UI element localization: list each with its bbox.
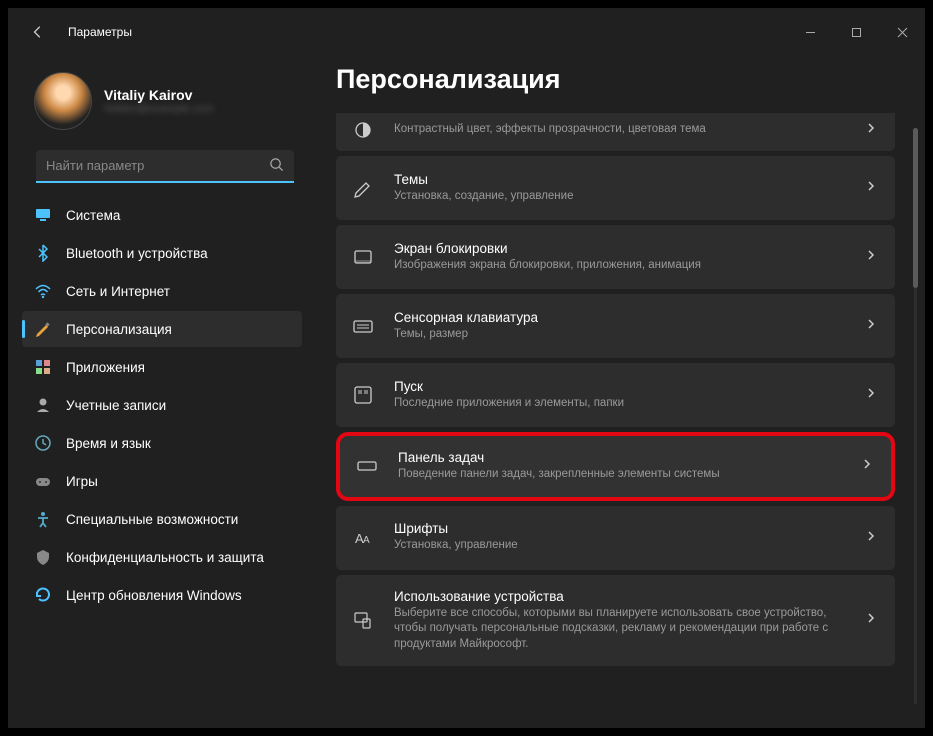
setting-contrast[interactable]: Контрастный цвет, эффекты прозрачности, … <box>336 113 895 151</box>
svg-text:A: A <box>363 535 370 546</box>
setting-themes[interactable]: Темы Установка, создание, управление <box>336 156 895 220</box>
taskbar-icon <box>356 455 378 477</box>
back-button[interactable] <box>22 16 54 48</box>
contrast-icon <box>352 119 374 141</box>
update-icon <box>34 586 52 604</box>
fonts-icon: AA <box>352 527 374 549</box>
nav-item-system[interactable]: Система <box>22 197 302 233</box>
setting-desc: Выберите все способы, которыми вы планир… <box>394 606 845 653</box>
maximize-button[interactable] <box>833 16 879 48</box>
privacy-icon <box>34 548 52 566</box>
nav-label: Конфиденциальность и защита <box>66 550 264 565</box>
setting-title: Панель задач <box>398 450 841 465</box>
close-button[interactable] <box>879 16 925 48</box>
touchkb-icon <box>352 315 374 337</box>
nav-item-personalization[interactable]: Персонализация <box>22 311 302 347</box>
profile[interactable]: Vitaliy Kairov hidden@example.com <box>22 64 308 146</box>
profile-name: Vitaliy Kairov <box>104 87 214 103</box>
setting-desc: Последние приложения и элементы, папки <box>394 396 845 412</box>
chevron-right-icon <box>865 317 877 335</box>
minimize-button[interactable] <box>787 16 833 48</box>
setting-start[interactable]: Пуск Последние приложения и элементы, пап… <box>336 363 895 427</box>
setting-title: Экран блокировки <box>394 241 845 256</box>
nav-item-privacy[interactable]: Конфиденциальность и защита <box>22 539 302 575</box>
nav-item-bluetooth[interactable]: Bluetooth и устройства <box>22 235 302 271</box>
setting-desc: Контрастный цвет, эффекты прозрачности, … <box>394 122 845 138</box>
accounts-icon <box>34 396 52 414</box>
nav-label: Игры <box>66 474 98 489</box>
time-icon <box>34 434 52 452</box>
nav-item-accounts[interactable]: Учетные записи <box>22 387 302 423</box>
chevron-right-icon <box>865 529 877 547</box>
personalization-icon <box>34 320 52 338</box>
main-panel: Персонализация Контрастный цвет, эффекты… <box>308 56 925 728</box>
setting-title: Темы <box>394 172 845 187</box>
wifi-icon <box>34 282 52 300</box>
setting-taskbar[interactable]: Панель задач Поведение панели задач, закр… <box>336 432 895 501</box>
gaming-icon <box>34 472 52 490</box>
chevron-right-icon <box>865 248 877 266</box>
chevron-right-icon <box>865 179 877 197</box>
profile-email: hidden@example.com <box>104 103 214 115</box>
setting-title: Использование устройства <box>394 589 845 604</box>
usage-icon <box>352 609 374 631</box>
chevron-right-icon <box>865 386 877 404</box>
accessibility-icon <box>34 510 52 528</box>
lockscreen-icon <box>352 246 374 268</box>
setting-title: Шрифты <box>394 521 845 536</box>
nav-label: Система <box>66 208 120 223</box>
nav-label: Время и язык <box>66 436 151 451</box>
setting-desc: Изображения экрана блокировки, приложени… <box>394 258 845 274</box>
nav-label: Приложения <box>66 360 145 375</box>
setting-usage[interactable]: Использование устройства Выберите все спо… <box>336 575 895 667</box>
nav-item-accessibility[interactable]: Специальные возможности <box>22 501 302 537</box>
nav-item-update[interactable]: Центр обновления Windows <box>22 577 302 613</box>
apps-icon <box>34 358 52 376</box>
nav-label: Bluetooth и устройства <box>66 246 208 261</box>
start-icon <box>352 384 374 406</box>
nav-item-apps[interactable]: Приложения <box>22 349 302 385</box>
nav-item-wifi[interactable]: Сеть и Интернет <box>22 273 302 309</box>
setting-desc: Поведение панели задач, закрепленные эле… <box>398 467 841 483</box>
setting-fonts[interactable]: AA Шрифты Установка, управление <box>336 506 895 570</box>
chevron-right-icon <box>865 121 877 139</box>
nav-label: Центр обновления Windows <box>66 588 242 603</box>
setting-title: Пуск <box>394 379 845 394</box>
chevron-right-icon <box>861 457 873 475</box>
nav-item-time[interactable]: Время и язык <box>22 425 302 461</box>
nav-label: Сеть и Интернет <box>66 284 170 299</box>
chevron-right-icon <box>865 611 877 629</box>
page-title: Персонализация <box>336 64 901 95</box>
nav-label: Учетные записи <box>66 398 166 413</box>
setting-desc: Темы, размер <box>394 327 845 343</box>
scrollbar-thumb[interactable] <box>913 128 918 288</box>
system-icon <box>34 206 52 224</box>
setting-touchkb[interactable]: Сенсорная клавиатура Темы, размер <box>336 294 895 358</box>
sidebar: Vitaliy Kairov hidden@example.com Систем… <box>8 56 308 728</box>
titlebar: Параметры <box>8 8 925 56</box>
nav-item-gaming[interactable]: Игры <box>22 463 302 499</box>
setting-desc: Установка, создание, управление <box>394 189 845 205</box>
setting-desc: Установка, управление <box>394 538 845 554</box>
search-input[interactable] <box>36 150 294 183</box>
nav-label: Специальные возможности <box>66 512 238 527</box>
setting-lockscreen[interactable]: Экран блокировки Изображения экрана блоки… <box>336 225 895 289</box>
search-icon <box>269 157 284 177</box>
setting-title: Сенсорная клавиатура <box>394 310 845 325</box>
bluetooth-icon <box>34 244 52 262</box>
nav-label: Персонализация <box>66 322 172 337</box>
app-title: Параметры <box>68 25 132 39</box>
avatar <box>34 72 92 130</box>
themes-icon <box>352 177 374 199</box>
